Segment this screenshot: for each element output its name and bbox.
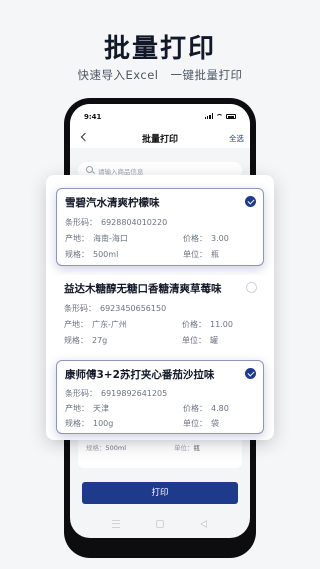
checkbox-checked-icon[interactable] (245, 368, 256, 379)
barcode-value: 6919892641205 (101, 389, 168, 398)
spec-label: 规格： (65, 250, 89, 259)
home-icon[interactable] (156, 520, 164, 528)
price-value: 11.00 (210, 320, 233, 329)
select-all-button[interactable]: 全选 (229, 133, 244, 144)
spec-row: 规格： 500ml (65, 249, 118, 260)
search-icon (86, 166, 93, 173)
unit-value: 瓶 (211, 250, 219, 259)
price-value: 3.00 (211, 234, 229, 243)
unit-row: 单位： 袋 (183, 418, 219, 429)
origin-value: 海南-海口 (93, 234, 128, 243)
product-name: 益达木糖醇无糖口香糖清爽草莓味 (64, 283, 222, 295)
unit-label: 单位： (183, 250, 207, 259)
barcode-row: 条形码： 6919892641205 (65, 388, 167, 399)
spec-label: 规格： (65, 419, 89, 428)
spec-row: 规格：500ml (86, 442, 126, 452)
origin-label: 产地： (65, 234, 89, 243)
checkbox-checked-icon[interactable] (245, 196, 256, 207)
spec-row: 规格： 100g (65, 418, 113, 429)
price-label: 价格： (182, 320, 206, 329)
signal-icon (204, 113, 213, 119)
spec-value: 500ml (93, 250, 119, 259)
product-card-sprite[interactable]: 雪碧汽水清爽柠檬味 条形码： 6928804010220 产地： 海南-海口 价格：… (56, 188, 264, 266)
price-value: 4.80 (211, 404, 229, 413)
spec-value: 100g (93, 419, 114, 428)
origin-label: 产地： (64, 320, 88, 329)
product-name: 雪碧汽水清爽柠檬味 (65, 197, 160, 209)
origin-value: 天津 (93, 404, 109, 413)
page-subline: 快速导入Excel 一键批量打印 (77, 68, 243, 82)
spec-row: 规格： 27g (64, 335, 107, 346)
checkbox-unchecked-icon[interactable] (246, 282, 257, 293)
product-list-panel: 雪碧汽水清爽柠檬味 条形码： 6928804010220 产地： 海南-海口 价格：… (46, 175, 274, 440)
unit-row: 单位：瓶 (174, 442, 200, 452)
barcode-label: 条形码： (65, 389, 97, 398)
nav-bar: 批量打印 全选 (70, 126, 250, 148)
product-card-extra[interactable]: 益达木糖醇无糖口香糖清爽草莓味 条形码： 6923450656150 产地： 广东-… (56, 275, 264, 353)
origin-label: 产地： (65, 404, 89, 413)
unit-label: 单位： (183, 419, 207, 428)
barcode-value: 6928804010220 (101, 218, 168, 227)
system-nav-bar (70, 516, 250, 534)
product-name: 康师傅3+2苏打夹心番茄沙拉味 (65, 369, 215, 381)
spec-value: 27g (92, 336, 108, 345)
price-row: 价格： 3.00 (183, 233, 229, 244)
price-label: 价格： (183, 234, 207, 243)
unit-row: 单位： 瓶 (183, 249, 219, 260)
spec-value: 500ml (105, 444, 127, 452)
origin-row: 产地： 海南-海口 (65, 233, 128, 244)
menu-icon[interactable] (112, 520, 120, 528)
unit-value: 瓶 (193, 444, 201, 452)
print-button[interactable]: 打印 (82, 482, 238, 504)
price-label: 价格： (183, 404, 207, 413)
back-triangle-icon[interactable] (200, 520, 207, 528)
origin-row: 产地： 天津 (65, 403, 109, 414)
unit-label: 单位： (174, 444, 194, 452)
wifi-icon (216, 114, 223, 119)
product-card-kangshifu[interactable]: 康师傅3+2苏打夹心番茄沙拉味 条形码： 6919892641205 产地： 天津 … (56, 360, 264, 434)
status-time: 9:41 (84, 113, 102, 121)
barcode-row: 条形码： 6923450656150 (64, 303, 166, 314)
barcode-label: 条形码： (65, 218, 97, 227)
unit-value: 袋 (211, 419, 219, 428)
price-row: 价格： 11.00 (182, 319, 233, 330)
price-row: 价格： 4.80 (183, 403, 229, 414)
spec-label: 规格： (64, 336, 88, 345)
nav-title: 批量打印 (141, 135, 178, 145)
barcode-label: 条形码： (64, 304, 96, 313)
spec-label: 规格： (86, 444, 106, 452)
unit-label: 单位： (182, 336, 206, 345)
page-headline: 批量打印 (103, 34, 216, 64)
unit-value: 罐 (210, 336, 218, 345)
barcode-value: 6923450656150 (100, 304, 167, 313)
origin-value: 广东-广州 (92, 320, 127, 329)
battery-icon (226, 114, 236, 119)
status-icons (204, 113, 236, 119)
status-bar: 9:41 (70, 104, 250, 126)
unit-row: 单位： 罐 (182, 335, 218, 346)
origin-row: 产地： 广东-广州 (64, 319, 127, 330)
barcode-row: 条形码： 6928804010220 (65, 217, 167, 228)
